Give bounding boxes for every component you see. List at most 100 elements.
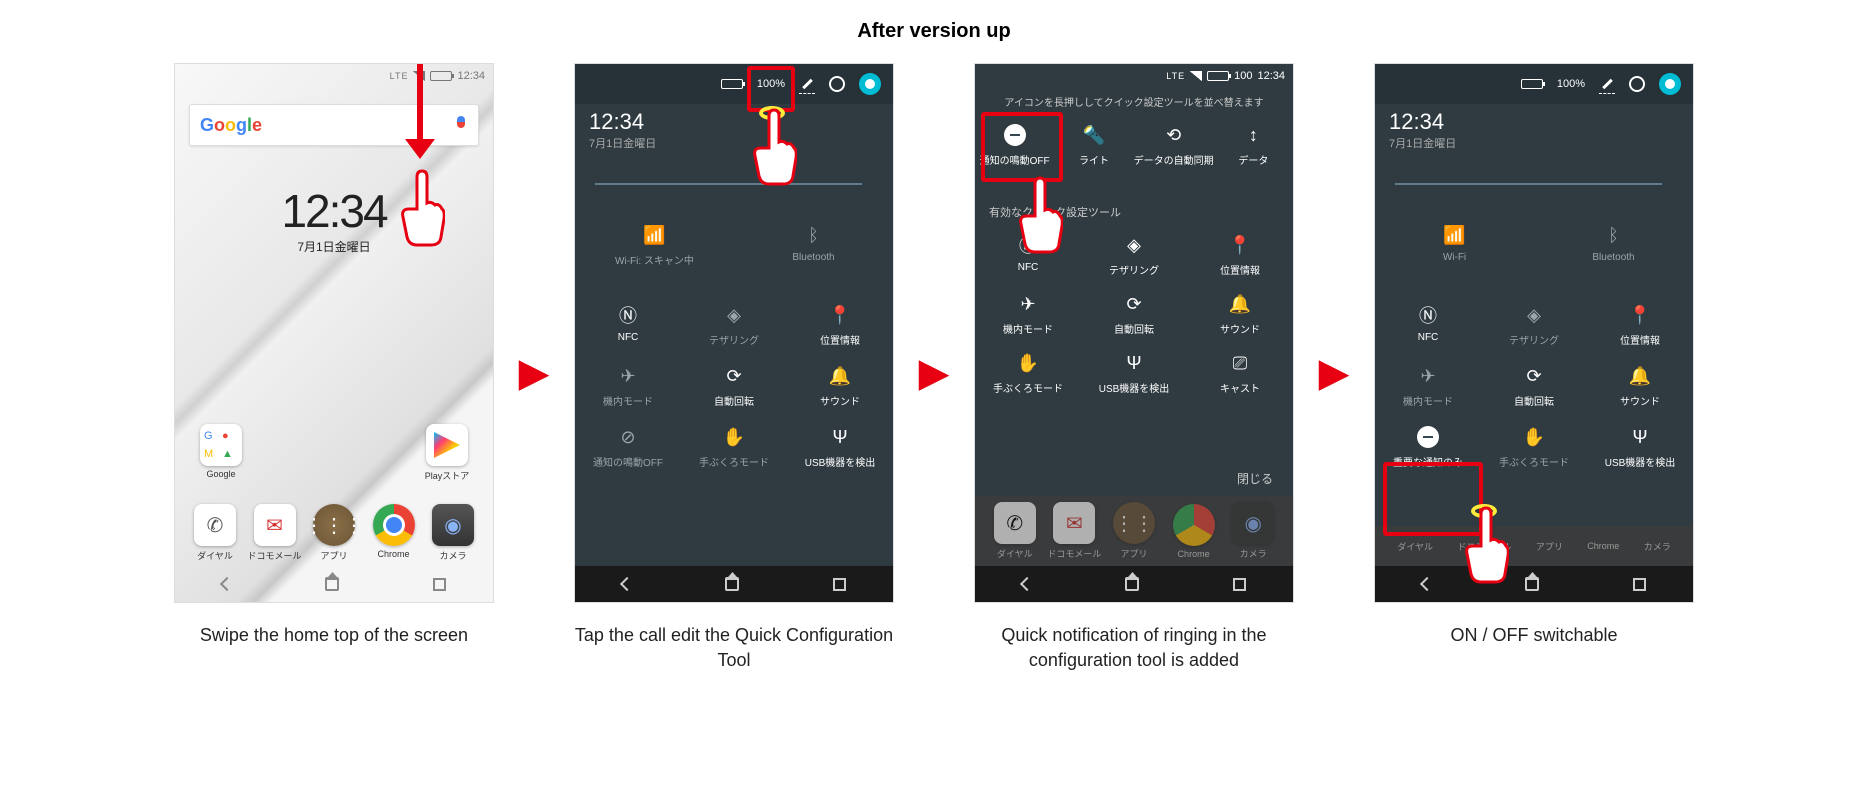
tile-airplane[interactable]: ✈機内モード <box>1375 365 1481 408</box>
gear-icon[interactable] <box>1629 76 1645 92</box>
wifi-icon: 📶 <box>1444 224 1466 246</box>
tile-label: 位置情報 <box>1220 262 1260 277</box>
usb-icon: Ψ <box>1629 426 1651 448</box>
app-label: ダイヤル <box>197 549 233 562</box>
qs-header: 100% <box>575 64 893 104</box>
chrome-icon <box>373 504 415 546</box>
tile-rotate[interactable]: ⟳自動回転 <box>681 365 787 408</box>
app-label: ドコモメール <box>248 549 302 562</box>
battery-icon <box>1521 79 1543 89</box>
google-folder[interactable]: G●M▲ Google <box>195 424 247 482</box>
glove-icon: ✋ <box>1523 426 1545 448</box>
status-time: 12:34 <box>1257 70 1285 82</box>
avatar-icon[interactable] <box>1659 73 1681 95</box>
dock-apps[interactable]: ⋮⋮⋮アプリ <box>308 504 360 562</box>
tile-location[interactable]: 📍位置情報 <box>1187 234 1293 277</box>
tile-usb[interactable]: ΨUSB機器を検出 <box>1587 426 1693 469</box>
nav-back[interactable] <box>620 577 634 591</box>
tile-rotate[interactable]: ⟳自動回転 <box>1081 293 1187 336</box>
edit-icon[interactable] <box>1599 76 1615 92</box>
bluetooth-icon: ᛒ <box>803 224 825 246</box>
tile-dnd[interactable]: ⊘通知の鳴動OFF <box>575 426 681 469</box>
tile-label: USB機器を検出 <box>1099 380 1170 395</box>
nav-home[interactable] <box>1525 577 1539 591</box>
tile-label: 位置情報 <box>820 332 860 347</box>
nav-recent[interactable] <box>1233 578 1246 591</box>
tile-label: 通知の鳴動OFF <box>593 454 663 469</box>
tile-label: 自動回転 <box>714 393 754 408</box>
apps-icon: ⋮⋮ <box>1113 502 1155 544</box>
tile-tether[interactable]: ◈テザリング <box>1481 304 1587 347</box>
tile-wifi[interactable]: 📶Wi-Fi <box>1375 224 1534 263</box>
play-store[interactable]: Playストア <box>421 424 473 482</box>
tile-label: 自動回転 <box>1514 393 1554 408</box>
tile-sync[interactable]: ⟲データの自動同期 <box>1134 124 1214 167</box>
tile-light[interactable]: 🔦ライト <box>1054 124 1133 167</box>
tile-rotate[interactable]: ⟳ 自動回転 <box>1481 365 1587 408</box>
status-bar: LTE 12:34 <box>175 64 493 88</box>
tile-label: Wi-Fi: スキャン中 <box>615 252 694 267</box>
rotate-icon: ⟳ <box>1523 365 1545 387</box>
avatar-icon[interactable] <box>859 73 881 95</box>
tile-sound[interactable]: 🔔サウンド <box>1587 365 1693 408</box>
brightness-slider[interactable]: ☀ <box>595 174 873 194</box>
dock-mail[interactable]: ✉ドコモメール <box>249 504 301 562</box>
tether-icon: ◈ <box>1123 234 1145 256</box>
tile-wifi[interactable]: 📶Wi-Fi: スキャン中 <box>575 224 734 267</box>
close-button[interactable]: 閉じる <box>1237 470 1273 487</box>
tile-label: 手ぶくろモード <box>699 454 769 469</box>
data-icon: ↕ <box>1242 124 1264 146</box>
edit-icon[interactable] <box>799 76 815 92</box>
tile-tether[interactable]: ◈テザリング <box>681 304 787 347</box>
nav-recent[interactable] <box>433 578 446 591</box>
tile-bluetooth[interactable]: ᛒBluetooth <box>1534 224 1693 263</box>
tile-glove[interactable]: ✋手ぶくろモード <box>975 352 1081 395</box>
dock-camera[interactable]: ◉カメラ <box>427 504 479 562</box>
nav-back[interactable] <box>1420 577 1434 591</box>
tile-glove[interactable]: ✋手ぶくろモード <box>681 426 787 469</box>
tile-label: テザリング <box>1509 332 1559 347</box>
tile-label: ライト <box>1079 152 1109 167</box>
bell-icon: 🔔 <box>829 365 851 387</box>
tile-tether[interactable]: ◈テザリング <box>1081 234 1187 277</box>
hand-pointer <box>747 108 797 188</box>
app-label: カメラ <box>1240 547 1267 560</box>
location-icon: 📍 <box>829 304 851 326</box>
hand-pointer <box>1013 176 1063 256</box>
tile-data[interactable]: ↕データ <box>1214 124 1293 167</box>
tile-sound[interactable]: 🔔サウンド <box>787 365 893 408</box>
app-label: ダイヤル <box>997 547 1033 560</box>
brightness-slider[interactable]: ☀ <box>1395 174 1673 194</box>
tile-usb[interactable]: ΨUSB機器を検出 <box>1081 352 1187 395</box>
tile-nfc[interactable]: ⓃNFC <box>575 304 681 347</box>
gear-icon[interactable] <box>829 76 845 92</box>
nav-home[interactable] <box>725 577 739 591</box>
google-search-bar[interactable]: Google <box>189 104 479 146</box>
tile-nfc[interactable]: ⓃNFC <box>1375 304 1481 347</box>
tile-location[interactable]: 📍位置情報 <box>1587 304 1693 347</box>
tile-cast[interactable]: ⎚キャスト <box>1187 352 1293 395</box>
tile-location[interactable]: 📍 位置情報 <box>787 304 893 347</box>
tile-label: サウンド <box>1620 393 1660 408</box>
tile-bluetooth[interactable]: ᛒBluetooth <box>734 224 893 267</box>
tile-airplane[interactable]: ✈機内モード <box>975 293 1081 336</box>
steps-row: LTE 12:34 Google 12:34 7月1日金曜日 G●M▲ Goog… <box>20 63 1848 683</box>
nav-recent[interactable] <box>1633 578 1646 591</box>
tile-airplane[interactable]: ✈機内モード <box>575 365 681 408</box>
home-row: G●M▲ Google Playストア <box>175 424 493 482</box>
phone-icon: ✆ <box>194 504 236 546</box>
status-bar: LTE 100 12:34 <box>975 64 1293 88</box>
nav-back[interactable] <box>1020 577 1034 591</box>
tile-sound[interactable]: 🔔サウンド <box>1187 293 1293 336</box>
mic-icon[interactable] <box>454 116 468 134</box>
arrow-icon: ▶ <box>514 350 554 396</box>
nav-back[interactable] <box>220 577 234 591</box>
tile-usb[interactable]: ΨUSB機器を検出 <box>787 426 893 469</box>
nav-recent[interactable] <box>833 578 846 591</box>
nav-home[interactable] <box>1125 577 1139 591</box>
tile-glove[interactable]: ✋手ぶくろモード <box>1481 426 1587 469</box>
dock-chrome[interactable]: Chrome <box>368 504 420 562</box>
mail-icon: ✉ <box>1053 502 1095 544</box>
nav-home[interactable] <box>325 577 339 591</box>
dock-dial[interactable]: ✆ ダイヤル <box>189 504 241 562</box>
